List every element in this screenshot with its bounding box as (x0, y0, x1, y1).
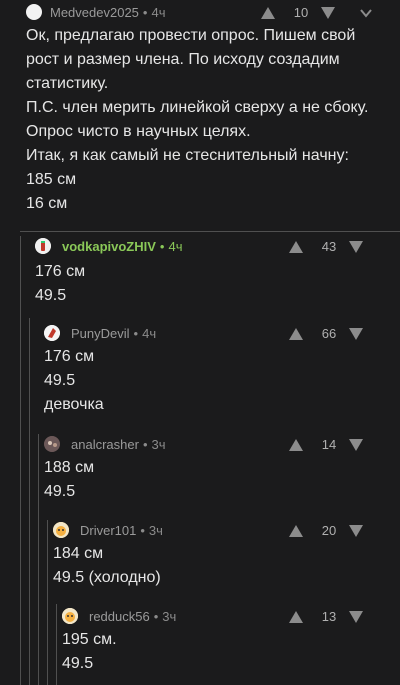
score: 20 (321, 523, 337, 538)
comment-meta: redduck56 • 3ч (89, 609, 176, 624)
arrow-down-icon[interactable] (348, 327, 364, 341)
comment-redduck56: redduck56 • 3ч 13 195 см. 49.5 (0, 606, 400, 672)
score: 10 (293, 5, 309, 20)
comment-header: Driver101 • 3ч 20 (0, 520, 400, 542)
separator-dot: • (140, 523, 145, 538)
comment-line: 49.5 (62, 655, 94, 672)
comment-line: Ок, предлагаю провести опрос. Пишем свой (26, 27, 356, 44)
rating-control: 43 (288, 236, 368, 258)
score: 14 (321, 437, 337, 452)
comment-line: Итак, я как самый не стеснительный начну… (26, 147, 349, 164)
comment-line: 49.5 (35, 287, 67, 304)
avatar[interactable] (62, 608, 78, 624)
comment-meta: Medvedev2025 • 4ч (50, 5, 165, 20)
more-chevron-icon[interactable] (358, 6, 374, 20)
arrow-down-icon[interactable] (348, 524, 364, 538)
timestamp: 4ч (142, 326, 157, 341)
comment-meta: vodkapivoZHIV • 4ч (62, 239, 183, 254)
rating-control: 10 (260, 2, 400, 24)
separator-dot: • (159, 239, 165, 254)
comment-header: analcrasher • 3ч 14 (0, 434, 400, 456)
score: 66 (321, 326, 337, 341)
comment-header: vodkapivoZHIV • 4ч 43 (0, 236, 400, 258)
comment-body: 176 см 49.5 (35, 260, 85, 308)
arrow-down-icon[interactable] (348, 610, 364, 624)
username[interactable]: redduck56 (89, 609, 150, 624)
avatar[interactable] (26, 4, 42, 20)
comment-body: 184 см 49.5 (холодно) (53, 542, 161, 590)
avatar[interactable] (44, 436, 60, 452)
rating-control: 20 (288, 520, 368, 542)
comment-body: 195 см. 49.5 (62, 628, 117, 676)
comment-driver101: Driver101 • 3ч 20 184 см 49.5 (холодно) (0, 520, 400, 586)
comment-header: redduck56 • 3ч 13 (0, 606, 400, 628)
score: 13 (321, 609, 337, 624)
separator-dot: • (133, 326, 139, 341)
arrow-down-icon[interactable] (320, 6, 336, 20)
comment-line: 176 см (44, 348, 95, 365)
rating-control: 14 (288, 434, 368, 456)
comment-analcrasher: analcrasher • 3ч 14 188 см 49.5 (0, 434, 400, 500)
comment-header: Medvedev2025 • 4ч 10 (0, 2, 400, 24)
comment-line: П.С. член мерить линейкой сверху а не сб… (26, 99, 369, 116)
score: 43 (321, 239, 337, 254)
thread-line-level4 (47, 520, 48, 685)
arrow-down-icon[interactable] (348, 438, 364, 452)
rating-control: 66 (288, 323, 368, 345)
comment-line: 188 см (44, 459, 95, 476)
comment-header: PunyDevil • 4ч 66 (0, 323, 400, 345)
arrow-up-icon[interactable] (288, 327, 304, 341)
arrow-up-icon[interactable] (288, 438, 304, 452)
username[interactable]: vodkapivoZHIV (62, 239, 156, 254)
thread-connector (20, 231, 400, 232)
timestamp: 3ч (162, 609, 177, 624)
comment-line: 185 см (26, 171, 77, 188)
arrow-down-icon[interactable] (348, 240, 364, 254)
comment-meta: analcrasher • 3ч (71, 437, 166, 452)
comment-line: 49.5 (44, 483, 76, 500)
comment-vodkapivozhiv: vodkapivoZHIV • 4ч 43 176 см 49.5 (0, 236, 400, 304)
comment-line: Опрос чисто в научных целях. (26, 123, 251, 140)
separator-dot: • (142, 437, 148, 452)
comment-line: статистику. (26, 75, 109, 92)
avatar[interactable] (35, 238, 51, 254)
username[interactable]: PunyDevil (71, 326, 130, 341)
username[interactable]: analcrasher (71, 437, 139, 452)
comment-meta: PunyDevil • 4ч (71, 326, 156, 341)
comment-punydevil: PunyDevil • 4ч 66 176 см 49.5 девочка (0, 323, 400, 413)
comment-line: 184 см (53, 545, 104, 562)
comment-body: 188 см 49.5 (44, 456, 94, 504)
separator-dot: • (142, 5, 148, 20)
separator-dot: • (153, 609, 159, 624)
avatar[interactable] (44, 325, 60, 341)
comment-line: рост и размер члена. По исходу создадим (26, 51, 340, 68)
timestamp: 4ч (151, 5, 166, 20)
comment-line: 176 см (35, 263, 86, 280)
arrow-up-icon[interactable] (288, 610, 304, 624)
comment-body: Ок, предлагаю провести опрос. Пишем свой… (26, 24, 368, 216)
comment-line: 195 см. (62, 631, 117, 648)
comment-body: 176 см 49.5 девочка (44, 345, 104, 417)
comment-meta: Driver101 • 3ч (80, 523, 163, 538)
thread-line-level2 (29, 318, 30, 685)
comment-medvedev2025: Medvedev2025 • 4ч 10 Ок, предлагаю провест… (0, 0, 400, 212)
comment-line: девочка (44, 396, 104, 413)
username[interactable]: Medvedev2025 (50, 5, 139, 20)
username[interactable]: Driver101 (80, 523, 136, 538)
comment-line: 16 см (26, 195, 68, 212)
arrow-up-icon[interactable] (260, 6, 276, 20)
arrow-up-icon[interactable] (288, 240, 304, 254)
timestamp: 3ч (148, 523, 163, 538)
timestamp: 3ч (151, 437, 166, 452)
timestamp: 4ч (168, 239, 183, 254)
avatar[interactable] (53, 522, 69, 538)
thread-line-level3 (38, 434, 39, 685)
rating-control: 13 (288, 606, 368, 628)
comment-line: 49.5 (холодно) (53, 569, 161, 586)
arrow-up-icon[interactable] (288, 524, 304, 538)
comment-line: 49.5 (44, 372, 76, 389)
